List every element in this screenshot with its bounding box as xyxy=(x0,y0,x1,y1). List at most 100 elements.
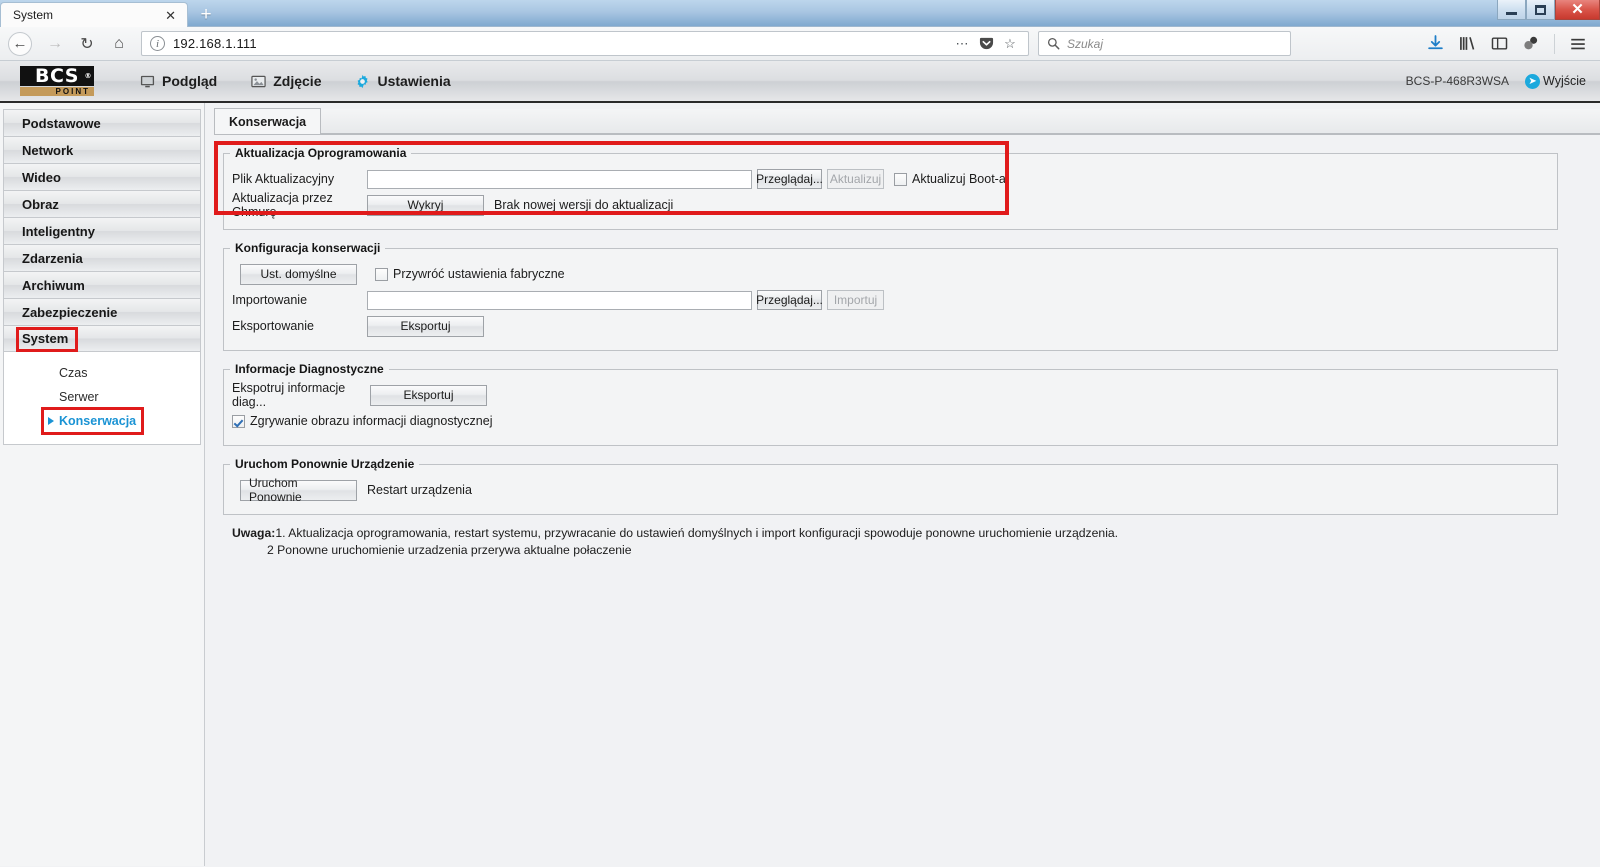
restore-defaults-button[interactable]: Ust. domyślne xyxy=(240,263,357,285)
note-line-2: 2 Ponowne uruchomienie urzadzenia przery… xyxy=(267,543,632,557)
firmware-file-label: Plik Aktualizacyjny xyxy=(232,172,335,186)
menu-item-zdjecie[interactable]: Zdjęcie xyxy=(251,73,321,89)
reboot-button[interactable]: Uruchom Ponownie xyxy=(240,476,357,504)
sidebar-item-zabezpieczenie[interactable]: Zabezpieczenie xyxy=(3,298,201,325)
forward-icon[interactable]: → xyxy=(40,30,70,58)
address-bar[interactable]: i 192.168.1.111 ⋯ ☆ xyxy=(141,31,1029,56)
import-button[interactable]: Importuj xyxy=(827,290,884,310)
diagnostics-capture-checkbox[interactable] xyxy=(232,414,245,428)
diagnostics-export-row: Ekspotruj informacje diag... Eksportuj xyxy=(224,381,1557,409)
logout-label: Wyjście xyxy=(1543,74,1586,88)
sidebar-subitem-konserwacja[interactable]: Konserwacja xyxy=(4,407,200,435)
factory-reset-checkbox[interactable] xyxy=(375,267,388,281)
window-close-button[interactable]: ✕ xyxy=(1555,0,1600,20)
import-file-input[interactable] xyxy=(367,290,752,310)
content-tab-strip: Konserwacja xyxy=(214,108,1600,135)
reboot-row: Uruchom Ponownie Restart urządzenia xyxy=(224,476,1557,504)
sidebar-toggle-icon[interactable] xyxy=(1485,30,1513,58)
import-row: Importowanie Przeglądaj... Importuj xyxy=(224,287,1557,313)
app-header: BCS ® POINT Podgląd Zdjęcie Ustawienia B… xyxy=(0,61,1600,103)
sidebar-item-obraz[interactable]: Obraz xyxy=(3,190,201,217)
browser-tab[interactable]: System ✕ xyxy=(0,2,188,27)
diagnostics-export-button[interactable]: Eksportuj xyxy=(370,384,487,406)
sidebar-item-podstawowe[interactable]: Podstawowe xyxy=(3,109,201,136)
close-icon[interactable]: ✕ xyxy=(162,9,179,22)
gear-icon xyxy=(355,74,370,89)
diagnostics-capture-row: Zgrywanie obrazu informacji diagnostyczn… xyxy=(224,408,1557,434)
menu-item-label: Zdjęcie xyxy=(273,73,322,89)
import-label: Importowanie xyxy=(232,293,308,307)
window-controls: ✕ xyxy=(1497,0,1600,21)
url-text: 192.168.1.111 xyxy=(173,36,257,51)
close-icon: ✕ xyxy=(1571,1,1584,18)
menu-hamburger-icon[interactable] xyxy=(1564,30,1592,58)
menu-item-label: Ustawienia xyxy=(377,73,451,89)
menu-item-podglad[interactable]: Podgląd xyxy=(140,73,217,89)
app-header-right: BCS-P-468R3WSA ➤ Wyjście xyxy=(1405,73,1586,89)
device-name: BCS-P-468R3WSA xyxy=(1405,74,1510,88)
logo-sub-text: POINT xyxy=(20,87,94,96)
menu-item-ustawienia[interactable]: Ustawienia xyxy=(355,73,451,89)
page-info-icon[interactable]: i xyxy=(150,36,165,51)
back-icon[interactable]: ← xyxy=(8,31,32,56)
diagnostics-capture-label: Zgrywanie obrazu informacji diagnostyczn… xyxy=(250,414,493,428)
section-legend: Aktualizacja Oprogramowania xyxy=(235,146,407,160)
minimize-icon xyxy=(1506,11,1517,15)
sidebar-item-label: Zabezpieczenie xyxy=(22,304,118,320)
search-icon xyxy=(1047,37,1060,50)
page-actions-icon[interactable]: ⋯ xyxy=(950,36,974,52)
firmware-file-input[interactable] xyxy=(367,169,752,189)
sidebar-item-label: Network xyxy=(22,142,74,158)
monitor-icon xyxy=(140,74,155,89)
logout-icon: ➤ xyxy=(1525,73,1541,89)
search-bar[interactable]: Szukaj xyxy=(1038,31,1291,56)
bcs-logo: BCS ® POINT xyxy=(20,66,94,96)
maximize-button[interactable] xyxy=(1526,0,1555,20)
chevron-right-icon xyxy=(48,417,54,425)
cloud-update-row: Aktualizacja przez Chmurę Wykryj Brak no… xyxy=(224,191,1557,219)
export-config-button[interactable]: Eksportuj xyxy=(367,315,484,337)
section-firmware-update: Aktualizacja Oprogramowania Plik Aktuali… xyxy=(223,146,1558,230)
settings-panel: Aktualizacja Oprogramowania Plik Aktuali… xyxy=(214,135,1600,558)
minimize-button[interactable] xyxy=(1497,0,1526,20)
sidebar-subitem-serwer[interactable]: Serwer xyxy=(4,385,200,409)
home-icon[interactable]: ⌂ xyxy=(104,30,134,58)
sidebar-item-archiwum[interactable]: Archiwum xyxy=(3,271,201,298)
reboot-note: Restart urządzenia xyxy=(367,483,472,497)
checkmark-icon xyxy=(234,417,243,426)
firmware-browse-button[interactable]: Przeglądaj... xyxy=(756,169,823,189)
sidebar-item-network[interactable]: Network xyxy=(3,136,201,163)
bookmark-star-icon[interactable]: ☆ xyxy=(998,36,1022,52)
sidebar-item-label: Inteligentny xyxy=(22,223,95,239)
browser-nav-bar: ← → ↻ ⌂ i 192.168.1.111 ⋯ ☆ Szukaj xyxy=(0,27,1600,61)
pocket-glyph xyxy=(979,37,993,50)
sidebar-subitem-czas[interactable]: Czas xyxy=(4,361,200,385)
firmware-update-button[interactable]: Aktualizuj xyxy=(827,169,884,189)
sidebar-item-label: Podstawowe xyxy=(22,115,101,131)
section-reboot: Uruchom Ponownie Urządzenie Uruchom Pono… xyxy=(223,457,1558,515)
cloud-update-label: Aktualizacja przez Chmurę xyxy=(232,191,333,219)
downloads-icon[interactable] xyxy=(1421,30,1449,58)
sidebar-item-wideo[interactable]: Wideo xyxy=(3,163,201,190)
import-browse-button[interactable]: Przeglądaj... xyxy=(756,290,823,310)
sidebar-item-inteligentny[interactable]: Inteligentny xyxy=(3,217,201,244)
new-tab-button[interactable]: + xyxy=(192,4,220,26)
cloud-status-text: Brak nowej wersji do aktualizacji xyxy=(494,198,674,212)
library-icon[interactable] xyxy=(1453,30,1481,58)
sidebar-item-system[interactable]: System Czas Serwer Konserwacja xyxy=(3,325,201,445)
sidebar-subitem-label: Serwer xyxy=(59,390,99,404)
page-note: Uwaga:1. Aktualizacja oprogramowania, re… xyxy=(223,526,1558,558)
pocket-icon[interactable] xyxy=(974,36,998,51)
defaults-row: Ust. domyślne Przywróć ustawienia fabryc… xyxy=(224,261,1557,287)
reload-icon[interactable]: ↻ xyxy=(72,30,102,58)
section-legend: Informacje Diagnostyczne xyxy=(235,362,384,376)
section-legend: Konfiguracja konserwacji xyxy=(235,241,381,255)
sidebar-item-zdarzenia[interactable]: Zdarzenia xyxy=(3,244,201,271)
note-line-1: 1. Aktualizacja oprogramowania, restart … xyxy=(275,526,1119,540)
sidebar-item-label: Wideo xyxy=(22,169,61,185)
logout-button[interactable]: ➤ Wyjście xyxy=(1525,73,1586,89)
account-icon[interactable] xyxy=(1517,30,1545,58)
cloud-detect-button[interactable]: Wykryj xyxy=(367,194,484,216)
tab-konserwacja[interactable]: Konserwacja xyxy=(214,108,322,134)
boot-update-checkbox[interactable] xyxy=(894,172,907,186)
